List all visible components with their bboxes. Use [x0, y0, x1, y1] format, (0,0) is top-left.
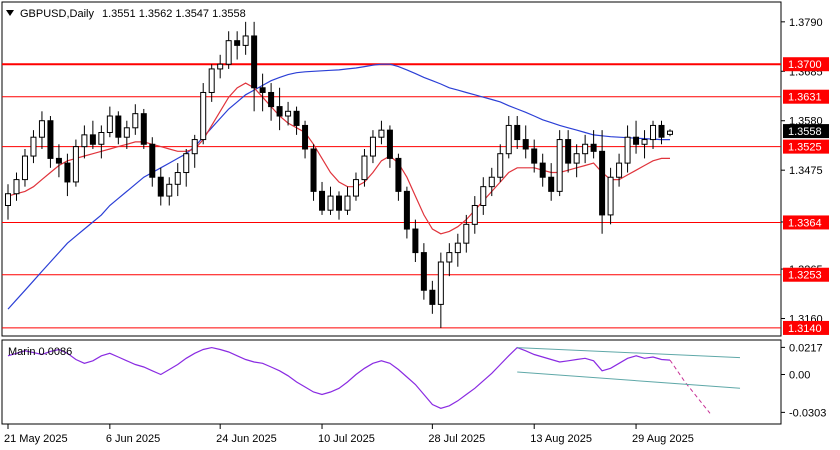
price-axis[interactable]: 1.37901.36851.35801.34751.33651.32651.31…: [781, 17, 829, 335]
y-tick-label: 1.3475: [789, 165, 823, 177]
candle: [72, 139, 79, 187]
x-tick-label: 24 Jun 2025: [216, 433, 277, 445]
price-chart[interactable]: 1.37901.36851.35801.34751.33651.32651.31…: [0, 0, 840, 450]
oscillator-panel-frame: [1, 339, 782, 425]
level-price-tag-label: 1.3253: [788, 270, 822, 282]
ohlc-readout: 1.3551 1.3562 1.3547 1.3558: [102, 8, 246, 20]
x-tick-label: 6 Jun 2025: [106, 433, 160, 445]
candle: [200, 83, 207, 145]
indicator-label: Marin 0.0086: [8, 346, 72, 358]
y-tick-label: 1.3790: [789, 17, 823, 29]
osc-tick-label: -0.0303: [789, 407, 826, 419]
oscillator-axis: 0.0217 0.00 -0.0303: [781, 342, 826, 419]
level-price-tag-label: 1.3525: [788, 142, 822, 154]
x-tick-label: 13 Aug 2025: [530, 433, 592, 445]
candle: [556, 130, 563, 197]
x-tick-label: 28 Jul 2025: [428, 433, 485, 445]
candle: [140, 108, 147, 149]
osc-tick-label: 0.0217: [789, 342, 823, 354]
level-price-tag-label: 1.3364: [788, 217, 822, 229]
level-price-tag-label: 1.3631: [788, 92, 822, 104]
level-price-tag-label: 1.3700: [788, 59, 822, 71]
osc-tick-label: 0.00: [789, 370, 810, 382]
current-price-label: 1.3558: [788, 126, 822, 138]
x-tick-label: 29 Aug 2025: [632, 433, 694, 445]
level-price-tag-label: 1.3140: [788, 323, 822, 335]
x-tick-label: 10 Jul 2025: [318, 433, 375, 445]
symbol-timeframe: GBPUSD,Daily: [20, 8, 94, 20]
time-axis[interactable]: 21 May 2025 6 Jun 2025 24 Jun 2025 10 Jul 2…: [4, 424, 694, 445]
x-tick-label: 21 May 2025: [4, 433, 68, 445]
main-panel-frame: [1, 1, 782, 337]
